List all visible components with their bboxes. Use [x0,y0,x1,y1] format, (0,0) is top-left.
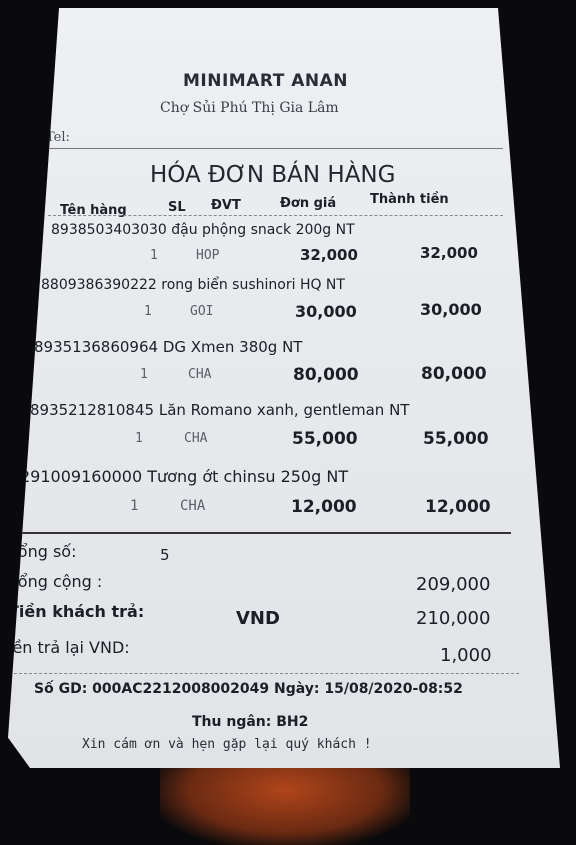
amount-paid-label: Tiền khách trả: [8,602,145,621]
item-total: 12,000 [425,497,491,517]
column-header-price: Đơn giá [280,196,337,211]
tel-label: Tel: [46,130,70,145]
item-total: 32,000 [420,244,478,262]
item-description: 8809386390222 rong biển sushinori HQ NT [41,277,345,293]
divider [48,148,503,149]
change-label: iền trả lại VND: [8,638,130,657]
currency-label: VND [236,608,280,629]
item-description: 291009160000 Tương ớt chinsu 250g NT [20,467,349,486]
invoice-title: HÓA ĐƠN BÁN HÀNG [150,162,396,188]
item-description: 8935136860964 DG Xmen 380g NT [34,338,303,356]
count-label: Tổng số: [8,542,77,561]
item-total: 55,000 [423,429,489,449]
thank-you-message: Xin cám ơn và hẹn gặp lại quý khách ! [82,737,372,752]
grand-total-label: Tổng cộng : [8,572,103,591]
item-description: 8938503403030 đậu phộng snack 200g NT [51,222,355,238]
transaction-info: Số GD: 000AC2212008002049 Ngày: 15/08/20… [34,681,463,697]
change-value: 1,000 [440,645,492,666]
item-qty: 1 [130,498,139,514]
item-unit: CHA [184,431,208,446]
divider [14,673,519,674]
item-total: 30,000 [420,300,482,319]
receipt-paper: MINIMART ANAN Chợ Sủi Phú Thị Gia Lâm Te… [8,8,560,768]
item-total: 80,000 [421,364,487,384]
divider [8,532,511,534]
item-price: 80,000 [293,365,359,385]
item-price: 32,000 [300,246,358,264]
column-header-total: Thành tiền [370,192,449,207]
item-price: 55,000 [292,429,358,449]
item-price: 30,000 [295,302,357,321]
cashier: Thu ngân: BH2 [192,714,309,730]
item-qty: 1 [144,304,152,319]
count-value: 5 [160,546,170,564]
item-description: 8935212810845 Lăn Romano xanh, gentleman… [30,401,410,419]
column-header-qty: SL [168,200,186,215]
item-qty: 1 [135,431,143,446]
item-qty: 1 [150,248,158,263]
store-name: MINIMART ANAN [183,71,348,91]
amount-paid-value: 210,000 [416,608,491,629]
item-unit: GOI [190,304,214,319]
store-address: Chợ Sủi Phú Thị Gia Lâm [160,100,339,116]
item-unit: HOP [196,248,220,263]
item-unit: CHA [188,367,212,382]
item-unit: CHA [180,498,206,514]
column-header-unit: ĐVT [211,198,241,213]
item-price: 12,000 [291,497,357,517]
item-qty: 1 [140,367,148,382]
grand-total-value: 209,000 [416,574,491,595]
divider [48,215,503,216]
